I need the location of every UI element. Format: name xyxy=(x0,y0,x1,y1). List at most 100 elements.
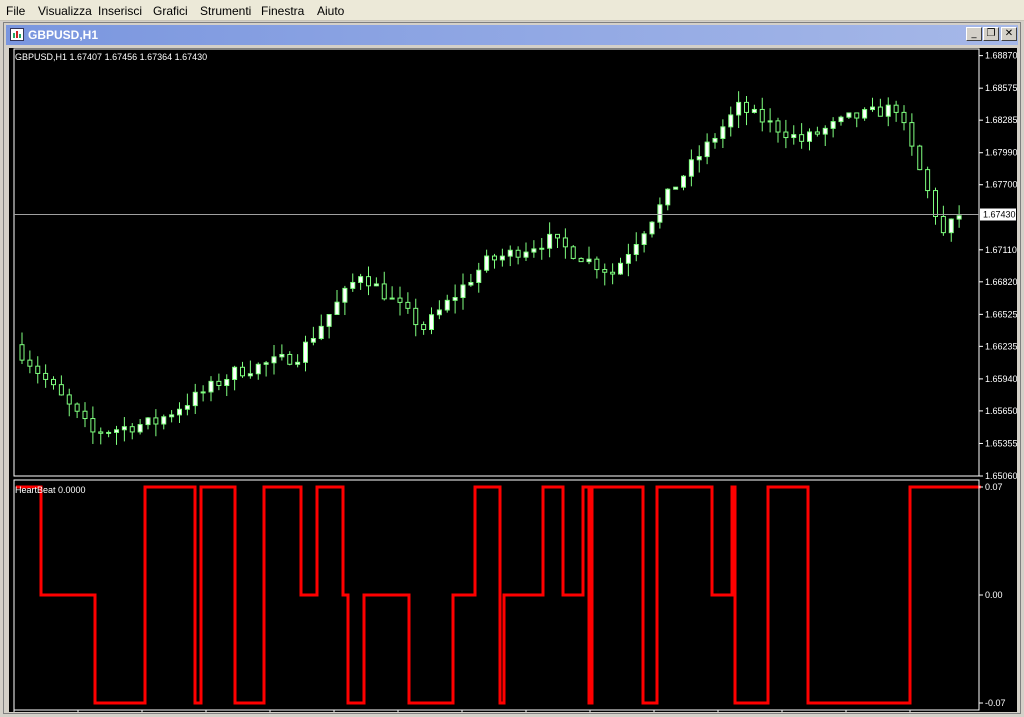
candle-body xyxy=(720,126,726,139)
candle-body xyxy=(515,249,521,258)
candle-body xyxy=(421,324,427,330)
candle-body xyxy=(688,159,694,177)
candle-body xyxy=(232,366,238,380)
candle-body xyxy=(287,353,293,365)
candle-body xyxy=(145,417,151,426)
candle-body xyxy=(397,297,403,303)
candle-body xyxy=(184,405,190,410)
candle-body xyxy=(381,283,387,300)
candle-body xyxy=(271,356,277,364)
window-titlebar[interactable]: GBPUSD,H1 _ ❐ ✕ xyxy=(6,25,1018,45)
chart-area[interactable]: 1.68870 1.68575 1.68285 1.67990 1.67700 1.671… xyxy=(9,48,1017,712)
candle-body xyxy=(618,262,623,275)
candle-body xyxy=(641,233,647,245)
price-tick-label: 1.67990 xyxy=(985,148,1017,158)
candle-body xyxy=(247,373,253,377)
price-tick-label: 1.66820 xyxy=(985,277,1017,287)
candle-body xyxy=(326,314,332,327)
candle-body xyxy=(310,338,316,343)
candle-body xyxy=(366,276,371,287)
candle-body xyxy=(429,314,434,330)
candle-body xyxy=(468,281,474,286)
menu-visualizza[interactable]: Visualizza xyxy=(38,4,92,18)
candle-body xyxy=(933,190,938,218)
candle-body xyxy=(917,145,923,171)
candle-body xyxy=(830,121,836,129)
candle-body xyxy=(334,301,340,316)
price-tick-label: 1.65355 xyxy=(985,438,1017,448)
candle-body xyxy=(783,131,789,139)
candle-body xyxy=(767,120,773,123)
candle-body xyxy=(673,186,679,190)
price-tick-label: 1.68285 xyxy=(985,115,1017,125)
candle-body xyxy=(66,394,72,405)
candle-body xyxy=(82,410,88,420)
menu-bar: File Visualizza Inserisci Grafici Strume… xyxy=(0,0,1024,21)
candle-body xyxy=(137,424,143,433)
candle-body xyxy=(885,104,891,117)
menu-aiuto[interactable]: Aiuto xyxy=(317,4,344,18)
candle-body xyxy=(712,137,718,143)
candle-body xyxy=(956,215,962,220)
candle-body xyxy=(303,341,308,363)
candle-body xyxy=(744,101,749,113)
candle-body xyxy=(153,417,159,425)
candle-body xyxy=(547,233,553,249)
candle-body xyxy=(114,429,119,433)
candle-body xyxy=(507,249,513,257)
candle-body xyxy=(594,258,600,271)
candle-body xyxy=(704,141,710,158)
candle-body xyxy=(177,408,182,416)
candle-body xyxy=(161,416,167,425)
candle-body xyxy=(476,269,482,283)
candle-body xyxy=(224,378,230,387)
candle-body xyxy=(499,255,505,261)
menu-inserisci[interactable]: Inserisci xyxy=(98,4,142,18)
chart-background xyxy=(9,48,1017,712)
candle-body xyxy=(822,127,828,135)
candle-body xyxy=(539,247,545,250)
chart-window-icon xyxy=(10,28,24,41)
candle-body xyxy=(51,378,56,386)
candle-body xyxy=(389,297,395,300)
candle-body xyxy=(909,122,915,147)
menu-finestra[interactable]: Finestra xyxy=(261,4,304,18)
candle-body xyxy=(846,112,852,118)
candle-body xyxy=(531,248,537,253)
candle-body xyxy=(27,359,33,367)
candle-body xyxy=(925,169,931,192)
menu-grafici[interactable]: Grafici xyxy=(153,4,188,18)
candle-body xyxy=(799,134,805,142)
price-tick-label: 1.68870 xyxy=(985,51,1017,61)
candle-body xyxy=(58,384,64,396)
candle-body xyxy=(129,426,135,433)
candle-body xyxy=(696,156,702,161)
candle-body xyxy=(570,246,576,259)
menu-file[interactable]: File xyxy=(6,4,25,18)
candle-body xyxy=(555,233,560,239)
candle-body xyxy=(838,116,844,123)
candle-body xyxy=(649,221,655,235)
candle-body xyxy=(562,237,568,248)
candle-body xyxy=(728,114,734,128)
candle-body xyxy=(405,301,411,309)
menu-strumenti[interactable]: Strumenti xyxy=(200,4,251,18)
candle-body xyxy=(578,257,584,263)
minimize-button[interactable]: _ xyxy=(966,27,982,41)
candle-body xyxy=(216,380,222,387)
restore-button[interactable]: ❐ xyxy=(983,27,999,41)
candle-body xyxy=(43,372,49,380)
indicator-label: HeartBeat 0.0000 xyxy=(15,485,86,495)
candle-body xyxy=(121,426,127,431)
candle-body xyxy=(602,269,608,273)
close-button[interactable]: ✕ xyxy=(1001,27,1017,41)
candle-body xyxy=(665,188,671,206)
candle-body xyxy=(263,362,269,365)
candle-body xyxy=(948,218,954,234)
price-tick-label: 1.66525 xyxy=(985,309,1017,319)
candle-body xyxy=(279,353,285,358)
candle-body xyxy=(736,101,742,116)
candle-body xyxy=(610,271,616,275)
candle-body xyxy=(492,255,497,261)
indicator-tick-label: 0.07 xyxy=(985,482,1003,492)
